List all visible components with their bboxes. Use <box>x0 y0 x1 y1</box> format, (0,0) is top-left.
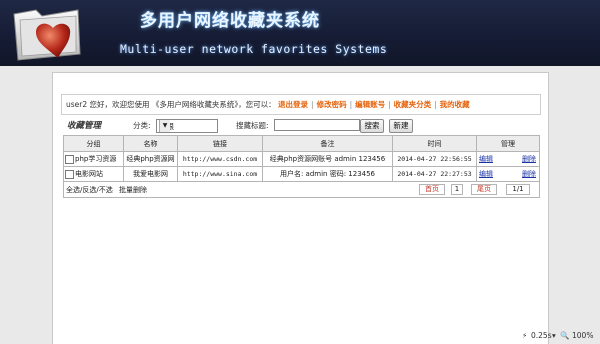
cell-group: php学习资源 <box>63 151 124 167</box>
column-header-manage: 管理 <box>476 135 540 152</box>
chevron-down-icon[interactable]: ▼ <box>159 120 170 132</box>
row-checkbox[interactable] <box>65 154 74 164</box>
welcome-text: user2 您好，欢迎您使用 《多用户网络收藏夹系统》，您可以： <box>66 100 276 109</box>
my-favorites-link[interactable]: 我的收藏 <box>440 100 470 109</box>
new-button[interactable]: 新建 <box>389 119 413 133</box>
separator: | <box>388 100 391 109</box>
table-row: php学习资源 经典php资源网 http://www.csdn.com 经典p… <box>63 151 540 167</box>
cell-url: http://www.csdn.com <box>177 151 263 167</box>
cell-name: 经典php资源网 <box>123 151 178 167</box>
search-title-label: 搜藏标题: <box>236 121 269 130</box>
favorites-table: 分组 名称 链接 备注 时间 管理 php学习资源 经典php资源网 http:… <box>63 135 540 198</box>
category-select[interactable]: 不限 ▼ <box>156 119 218 133</box>
app-title-english: Multi-user network favorites Systems <box>120 42 388 56</box>
cell-note: 用户名: admin 密码: 123456 <box>262 166 393 182</box>
cell-manage: 编辑 删除 <box>476 166 540 182</box>
edit-link[interactable]: 编辑 <box>479 170 493 178</box>
separator: | <box>434 100 437 109</box>
search-button[interactable]: 搜索 <box>360 119 384 133</box>
separator: | <box>311 100 314 109</box>
filter-toolbar: 收藏管理 分类: 不限 ▼ 搜藏标题: 搜索 新建 <box>67 119 537 133</box>
page-count: 1/1 <box>506 184 530 195</box>
cell-group: 电影网站 <box>63 166 124 182</box>
favorites-folder-heart-icon <box>13 9 81 61</box>
dropdown-icon[interactable]: ▾ <box>552 331 556 340</box>
zoom-level[interactable]: 100% <box>572 331 593 340</box>
delete-link[interactable]: 删除 <box>522 154 536 164</box>
logout-link[interactable]: 退出登录 <box>278 100 308 109</box>
timing-icon: ⚡ <box>522 331 528 340</box>
timing-text: 0.25s <box>531 331 552 340</box>
last-page-button[interactable]: 尾页 <box>471 184 497 195</box>
favorites-category-link[interactable]: 收藏夹分类 <box>394 100 432 109</box>
cell-manage: 编辑 删除 <box>476 151 540 167</box>
cell-time: 2014-04-27 22:56:55 <box>392 151 477 167</box>
table-footer: 全选/反选/不选 批量删除 首页 1 尾页 1/1 <box>63 181 540 198</box>
header-banner: 多用户网络收藏夹系统 Multi-user network favorites … <box>0 0 600 66</box>
zoom-icon[interactable]: 🔍 <box>560 331 569 340</box>
cell-note: 经典php资源网账号 admin 123456 <box>262 151 393 167</box>
delete-link[interactable]: 删除 <box>522 169 536 179</box>
page-number[interactable]: 1 <box>451 184 463 195</box>
note-text: 经典php资源网账号 admin 123456 <box>269 155 386 163</box>
column-header-time: 时间 <box>392 135 477 152</box>
first-page-button[interactable]: 首页 <box>419 184 445 195</box>
change-password-link[interactable]: 修改密码 <box>317 100 347 109</box>
cell-time: 2014-04-27 22:27:53 <box>392 166 477 182</box>
search-title-input[interactable] <box>274 119 360 131</box>
column-header-note: 备注 <box>262 135 393 152</box>
table-footer-row: 全选/反选/不选 批量删除 首页 1 尾页 1/1 <box>63 181 540 198</box>
column-header-url: 链接 <box>177 135 263 152</box>
batch-delete-link[interactable]: 批量删除 <box>119 186 147 194</box>
welcome-bar: user2 您好，欢迎您使用 《多用户网络收藏夹系统》，您可以： 退出登录 | 修改… <box>61 94 541 115</box>
group-text: 电影网站 <box>75 170 103 178</box>
edit-account-link[interactable]: 编辑账号 <box>355 100 385 109</box>
table-header-row: 分组 名称 链接 备注 时间 管理 <box>63 135 540 152</box>
section-heading: 收藏管理 <box>67 121 102 131</box>
select-toggle-link[interactable]: 全选/反选/不选 <box>66 186 113 194</box>
browser-status-bar: ⚡ 0.25s ▾ 🔍 100% <box>0 329 600 343</box>
separator: | <box>349 100 353 109</box>
app-title-chinese: 多用户网络收藏夹系统 <box>140 11 320 31</box>
cell-url: http://www.sina.com <box>177 166 263 182</box>
category-label: 分类: <box>133 121 151 130</box>
group-text: php学习资源 <box>75 155 117 163</box>
main-panel: user2 您好，欢迎您使用 《多用户网络收藏夹系统》，您可以： 退出登录 | 修改… <box>52 72 549 344</box>
cell-name: 我爱电影网 <box>123 166 178 182</box>
column-header-name: 名称 <box>123 135 178 152</box>
column-header-group: 分组 <box>63 135 124 152</box>
row-checkbox[interactable] <box>65 169 74 179</box>
table-row: 电影网站 我爱电影网 http://www.sina.com 用户名: admi… <box>63 166 540 182</box>
edit-link[interactable]: 编辑 <box>479 155 493 163</box>
